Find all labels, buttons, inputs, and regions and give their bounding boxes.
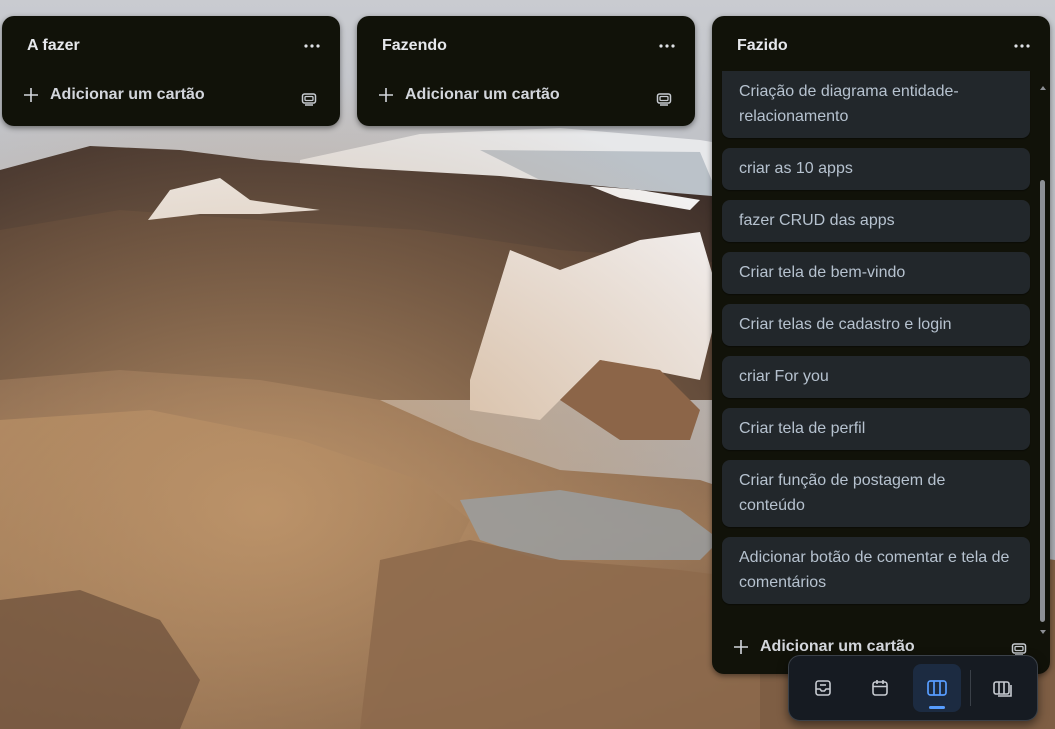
active-view-indicator [929, 706, 945, 709]
more-options-button[interactable] [653, 32, 681, 60]
card[interactable]: Adicionar botão de comentar e tela de co… [722, 537, 1030, 604]
board-columns-icon [927, 680, 947, 696]
board-view-button[interactable] [913, 664, 961, 712]
card-template-icon [301, 93, 317, 106]
more-horizontal-icon [1014, 44, 1030, 48]
list-footer: Adicionar um cartão [357, 78, 695, 122]
inbox-view-button[interactable] [799, 664, 847, 712]
scroll-up-arrow-icon[interactable] [1039, 84, 1047, 92]
card[interactable]: fazer CRUD das apps [722, 200, 1030, 242]
plus-icon [24, 88, 38, 102]
list-fazendo: Fazendo Adicionar um cartão [357, 16, 695, 126]
switch-boards-button[interactable] [979, 664, 1027, 712]
card-template-icon [656, 93, 672, 106]
add-card-button[interactable]: Adicionar um cartão [734, 638, 915, 656]
card-list-scroll-area[interactable]: Criação de diagrama entidade-relacioname… [712, 71, 1050, 634]
more-horizontal-icon [304, 44, 320, 48]
switcher-divider [970, 670, 971, 706]
create-from-template-button[interactable] [653, 88, 675, 110]
list-a-fazer: A fazer Adicionar um cartão [2, 16, 340, 126]
add-card-label: Adicionar um cartão [50, 86, 205, 103]
card[interactable]: Criar tela de perfil [722, 408, 1030, 450]
list-title[interactable]: A fazer [27, 37, 80, 55]
add-card-label: Adicionar um cartão [760, 638, 915, 655]
list-header: A fazer [2, 16, 340, 78]
add-card-label: Adicionar um cartão [405, 86, 560, 103]
plus-icon [734, 640, 748, 654]
scrollbar-thumb[interactable] [1040, 180, 1045, 622]
list-title[interactable]: Fazendo [382, 37, 447, 55]
inbox-icon [815, 680, 831, 696]
add-card-button[interactable]: Adicionar um cartão [24, 86, 205, 104]
list-footer: Adicionar um cartão [2, 78, 340, 122]
plus-icon [379, 88, 393, 102]
list-fazido: Fazido Criação de diagrama entidade-rela… [712, 16, 1050, 674]
card[interactable]: criar For you [722, 356, 1030, 398]
more-horizontal-icon [659, 44, 675, 48]
list-title[interactable]: Fazido [737, 37, 788, 55]
card[interactable]: criar as 10 apps [722, 148, 1030, 190]
card[interactable]: Criar telas de cadastro e login [722, 304, 1030, 346]
card[interactable]: Criar função de postagem de conteúdo [722, 460, 1030, 527]
list-scrollbar[interactable] [1039, 84, 1047, 636]
more-options-button[interactable] [298, 32, 326, 60]
view-switcher [788, 655, 1038, 721]
list-header: Fazido [712, 16, 1050, 78]
create-from-template-button[interactable] [298, 88, 320, 110]
add-card-button[interactable]: Adicionar um cartão [379, 86, 560, 104]
card-list: Criação de diagrama entidade-relacioname… [712, 71, 1040, 604]
card[interactable]: Criação de diagrama entidade-relacioname… [722, 71, 1030, 138]
calendar-icon [872, 680, 888, 696]
more-options-button[interactable] [1008, 32, 1036, 60]
list-header: Fazendo [357, 16, 695, 78]
card[interactable]: Criar tela de bem-vindo [722, 252, 1030, 294]
switch-board-icon [993, 681, 1012, 697]
planner-view-button[interactable] [856, 664, 904, 712]
